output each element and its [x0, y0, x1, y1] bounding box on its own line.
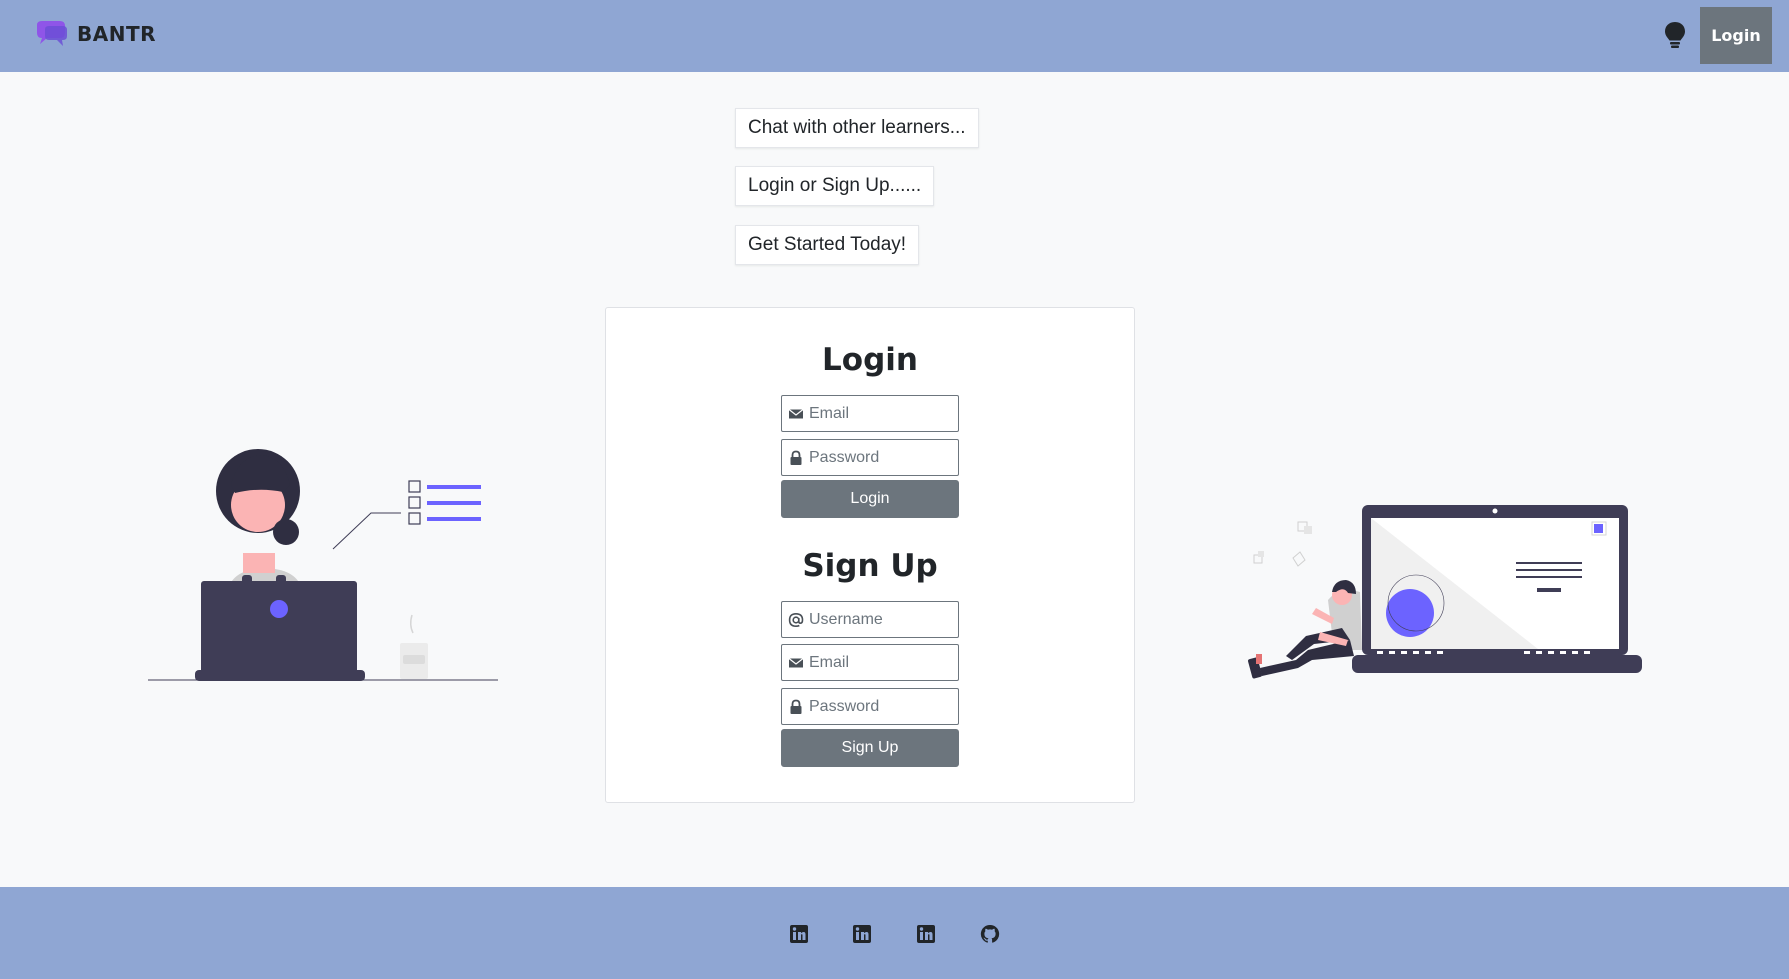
man-with-laptop-illustration: [1248, 505, 1642, 679]
envelope-icon: [788, 408, 804, 418]
signup-title: Sign Up: [802, 548, 938, 584]
woman-at-laptop-illustration: [148, 449, 498, 681]
signup-username-field[interactable]: [781, 601, 959, 638]
linkedin-icon[interactable]: [789, 924, 809, 944]
lock-icon: [790, 699, 802, 714]
navbar: BANTR Login: [0, 0, 1789, 72]
signup-username-input[interactable]: [809, 610, 949, 629]
github-icon[interactable]: [980, 924, 1000, 944]
tagline-login-signup: Login or Sign Up......: [735, 166, 935, 206]
login-title: Login: [822, 342, 918, 378]
login-password-field[interactable]: [781, 439, 959, 476]
chat-bubbles-logo-icon: [37, 21, 67, 46]
signup-password-field[interactable]: [781, 688, 959, 725]
at-sign-icon: [788, 612, 804, 627]
signup-password-input[interactable]: [809, 697, 949, 716]
linkedin-icon[interactable]: [916, 924, 936, 944]
signup-submit-button[interactable]: Sign Up: [781, 729, 959, 767]
auth-card: Login Login Sign Up: [605, 307, 1135, 803]
tagline-get-started: Get Started Today!: [735, 225, 920, 265]
envelope-icon: [788, 657, 804, 667]
brand-name: BANTR: [77, 22, 157, 46]
login-email-input[interactable]: [809, 404, 949, 423]
lock-icon: [790, 450, 802, 465]
nav-login-button[interactable]: Login: [1700, 7, 1772, 64]
linkedin-icon[interactable]: [852, 924, 872, 944]
login-submit-button[interactable]: Login: [781, 480, 959, 518]
lightbulb-icon[interactable]: [1662, 20, 1688, 50]
tagline-chat: Chat with other learners...: [735, 108, 979, 148]
login-email-field[interactable]: [781, 395, 959, 432]
login-password-input[interactable]: [809, 448, 949, 467]
signup-email-field[interactable]: [781, 644, 959, 681]
brand[interactable]: BANTR: [33, 18, 156, 50]
signup-email-input[interactable]: [809, 653, 949, 672]
footer: [0, 887, 1789, 979]
